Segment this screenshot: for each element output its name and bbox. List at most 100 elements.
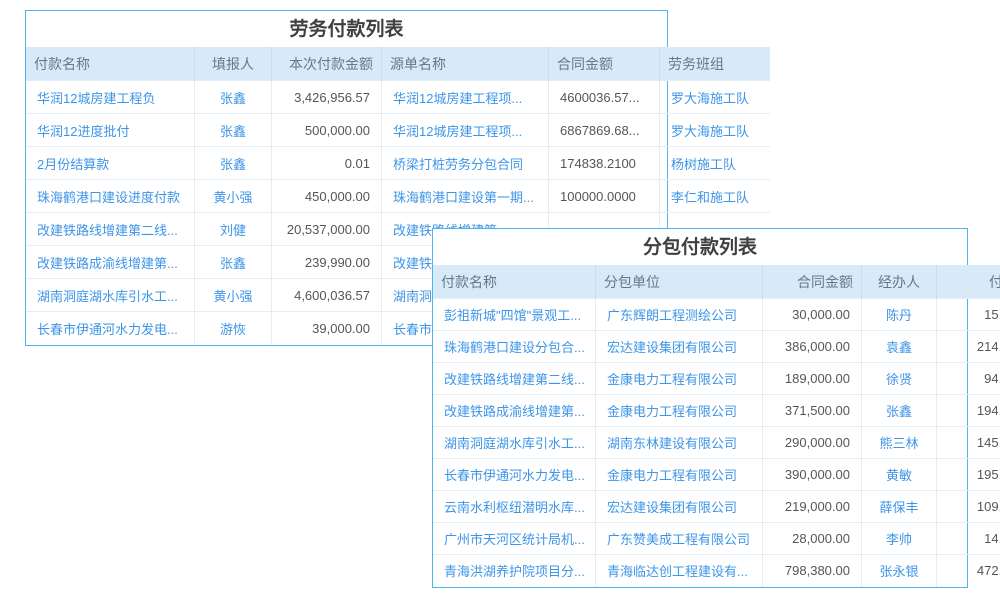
cell-subcontract-unit[interactable]: 宏达建设集团有限公司	[596, 491, 763, 523]
subcontract-payment-card: 分包付款列表 付款名称分包单位合同金额经办人付款金额 彭祖新城"四馆"景观工..…	[432, 228, 968, 588]
labor-table-header: 付款名称填报人本次付款金额源单名称合同金额劳务班组	[26, 47, 770, 81]
cell-reporter[interactable]: 张鑫	[195, 147, 272, 180]
cell-payment-amount: 239,990.00	[272, 246, 382, 279]
cell-contract-amount: 290,000.00	[763, 427, 862, 459]
cell-contract-amount: 390,000.00	[763, 459, 862, 491]
cell-contract-amount: 386,000.00	[763, 331, 862, 363]
cell-reporter[interactable]: 张鑫	[195, 81, 272, 114]
column-header-subcontract-unit: 分包单位	[596, 265, 763, 299]
cell-source-name[interactable]: 珠海鹤港口建设第一期...	[382, 180, 549, 213]
cell-payment-amount: 3,426,956.57	[272, 81, 382, 114]
cell-subcontract-unit[interactable]: 金康电力工程有限公司	[596, 395, 763, 427]
table-row[interactable]: 长春市伊通河水力发电...金康电力工程有限公司390,000.00黄敏195,0…	[433, 459, 1000, 491]
cell-payment-name[interactable]: 长春市伊通河水力发电...	[433, 459, 596, 491]
cell-labor-team[interactable]: 杨树施工队	[660, 147, 771, 180]
cell-source-name[interactable]: 桥梁打桩劳务分包合同	[382, 147, 549, 180]
table-row[interactable]: 华润12城房建工程负张鑫3,426,956.57华润12城房建工程项...460…	[26, 81, 770, 114]
cell-payment-name[interactable]: 华润12进度批付	[26, 114, 195, 147]
cell-subcontract-unit[interactable]: 金康电力工程有限公司	[596, 363, 763, 395]
cell-handler[interactable]: 李帅	[862, 523, 937, 555]
cell-payment-name[interactable]: 改建铁路线增建第二线...	[433, 363, 596, 395]
cell-source-name[interactable]: 华润12城房建工程项...	[382, 114, 549, 147]
column-header-source-name: 源单名称	[382, 47, 549, 81]
cell-payment-amount: 0.01	[272, 147, 382, 180]
cell-payment-name[interactable]: 彭祖新城"四馆"景观工...	[433, 299, 596, 331]
cell-contract-amount: 100000.0000	[549, 180, 660, 213]
cell-handler[interactable]: 熊三林	[862, 427, 937, 459]
column-header-reporter: 填报人	[195, 47, 272, 81]
cell-reporter[interactable]: 张鑫	[195, 246, 272, 279]
cell-handler[interactable]: 徐贤	[862, 363, 937, 395]
cell-payment-name[interactable]: 2月份结算款	[26, 147, 195, 180]
column-header-labor-team: 劳务班组	[660, 47, 771, 81]
cell-payment-name[interactable]: 改建铁路线增建第二线...	[26, 213, 195, 246]
cell-payment-name[interactable]: 广州市天河区统计局机...	[433, 523, 596, 555]
cell-subcontract-unit[interactable]: 广东辉朗工程测绘公司	[596, 299, 763, 331]
cell-reporter[interactable]: 游恢	[195, 312, 272, 345]
cell-payment-name[interactable]: 改建铁路成渝线增建第...	[433, 395, 596, 427]
cell-labor-team[interactable]: 罗大海施工队	[660, 114, 771, 147]
table-row[interactable]: 珠海鹤港口建设分包合...宏达建设集团有限公司386,000.00袁鑫214,4…	[433, 331, 1000, 363]
column-header-handler: 经办人	[862, 265, 937, 299]
cell-payment-amount: 14,000.00	[937, 523, 1000, 555]
cell-handler[interactable]: 薛保丰	[862, 491, 937, 523]
cell-payment-amount: 450,000.00	[272, 180, 382, 213]
cell-payment-amount: 194,650.00	[937, 395, 1000, 427]
table-row[interactable]: 广州市天河区统计局机...广东赞美成工程有限公司28,000.00李帅14,00…	[433, 523, 1000, 555]
cell-handler[interactable]: 张鑫	[862, 395, 937, 427]
cell-reporter[interactable]: 黄小强	[195, 279, 272, 312]
cell-contract-amount: 219,000.00	[763, 491, 862, 523]
cell-labor-team[interactable]: 李仁和施工队	[660, 180, 771, 213]
labor-payment-title: 劳务付款列表	[26, 11, 667, 47]
cell-payment-amount: 39,000.00	[272, 312, 382, 345]
cell-reporter[interactable]: 张鑫	[195, 114, 272, 147]
cell-handler[interactable]: 陈丹	[862, 299, 937, 331]
table-row[interactable]: 云南水利枢纽潜明水库...宏达建设集团有限公司219,000.00薛保丰109,…	[433, 491, 1000, 523]
cell-contract-amount: 798,380.00	[763, 555, 862, 587]
table-row[interactable]: 珠海鹤港口建设进度付款黄小强450,000.00珠海鹤港口建设第一期...100…	[26, 180, 770, 213]
table-row[interactable]: 2月份结算款张鑫0.01桥梁打桩劳务分包合同174838.2100杨树施工队	[26, 147, 770, 180]
cell-payment-amount: 214,400.00	[937, 331, 1000, 363]
cell-subcontract-unit[interactable]: 宏达建设集团有限公司	[596, 331, 763, 363]
cell-subcontract-unit[interactable]: 湖南东林建设有限公司	[596, 427, 763, 459]
table-row[interactable]: 青海洪湖养护院项目分...青海临达创工程建设有...798,380.00张永银4…	[433, 555, 1000, 587]
table-row[interactable]: 华润12进度批付张鑫500,000.00华润12城房建工程项...6867869…	[26, 114, 770, 147]
cell-contract-amount: 174838.2100	[549, 147, 660, 180]
table-row[interactable]: 彭祖新城"四馆"景观工...广东辉朗工程测绘公司30,000.00陈丹15,00…	[433, 299, 1000, 331]
cell-subcontract-unit[interactable]: 广东赞美成工程有限公司	[596, 523, 763, 555]
subcontract-payment-table: 付款名称分包单位合同金额经办人付款金额 彭祖新城"四馆"景观工...广东辉朗工程…	[433, 265, 1000, 587]
cell-payment-name[interactable]: 长春市伊通河水力发电...	[26, 312, 195, 345]
cell-payment-amount: 109,500.00	[937, 491, 1000, 523]
cell-source-name[interactable]: 华润12城房建工程项...	[382, 81, 549, 114]
cell-payment-name[interactable]: 珠海鹤港口建设进度付款	[26, 180, 195, 213]
cell-contract-amount: 28,000.00	[763, 523, 862, 555]
table-row[interactable]: 改建铁路成渝线增建第...金康电力工程有限公司371,500.00张鑫194,6…	[433, 395, 1000, 427]
cell-payment-name[interactable]: 华润12城房建工程负	[26, 81, 195, 114]
cell-payment-amount: 472,980.00	[937, 555, 1000, 587]
cell-payment-amount: 4,600,036.57	[272, 279, 382, 312]
column-header-payment-name: 付款名称	[433, 265, 596, 299]
cell-handler[interactable]: 袁鑫	[862, 331, 937, 363]
cell-payment-amount: 15,000.00	[937, 299, 1000, 331]
cell-payment-name[interactable]: 湖南洞庭湖水库引水工...	[433, 427, 596, 459]
cell-payment-name[interactable]: 青海洪湖养护院项目分...	[433, 555, 596, 587]
cell-payment-amount: 145,000.00	[937, 427, 1000, 459]
cell-subcontract-unit[interactable]: 青海临达创工程建设有...	[596, 555, 763, 587]
cell-payment-name[interactable]: 珠海鹤港口建设分包合...	[433, 331, 596, 363]
cell-subcontract-unit[interactable]: 金康电力工程有限公司	[596, 459, 763, 491]
cell-payment-name[interactable]: 湖南洞庭湖水库引水工...	[26, 279, 195, 312]
cell-contract-amount: 4600036.57...	[549, 81, 660, 114]
cell-payment-amount: 195,000.00	[937, 459, 1000, 491]
cell-payment-amount: 20,537,000.00	[272, 213, 382, 246]
cell-handler[interactable]: 黄敏	[862, 459, 937, 491]
subcontract-table-header: 付款名称分包单位合同金额经办人付款金额	[433, 265, 1000, 299]
cell-reporter[interactable]: 黄小强	[195, 180, 272, 213]
cell-payment-name[interactable]: 云南水利枢纽潜明水库...	[433, 491, 596, 523]
table-row[interactable]: 改建铁路线增建第二线...金康电力工程有限公司189,000.00徐贤94,50…	[433, 363, 1000, 395]
cell-labor-team[interactable]: 罗大海施工队	[660, 81, 771, 114]
cell-payment-name[interactable]: 改建铁路成渝线增建第...	[26, 246, 195, 279]
cell-handler[interactable]: 张永银	[862, 555, 937, 587]
cell-reporter[interactable]: 刘健	[195, 213, 272, 246]
column-header-payment-amount: 付款金额	[937, 265, 1000, 299]
table-row[interactable]: 湖南洞庭湖水库引水工...湖南东林建设有限公司290,000.00熊三林145,…	[433, 427, 1000, 459]
